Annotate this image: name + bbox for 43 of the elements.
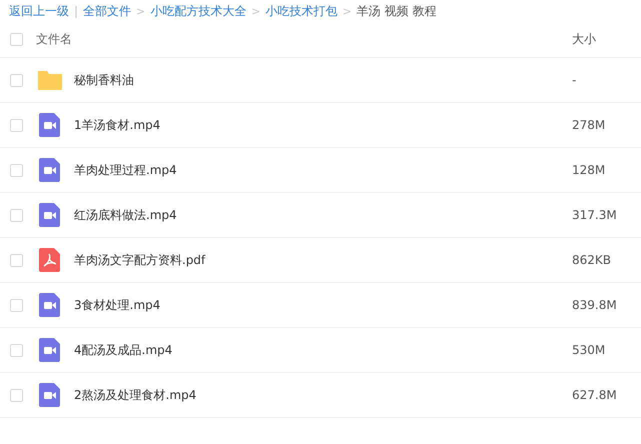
checkbox[interactable] (10, 208, 23, 222)
file-name[interactable]: 1羊汤食材.mp4 (74, 116, 572, 134)
file-name[interactable]: 2熬汤及处理食材.mp4 (74, 386, 572, 404)
file-size: 317.3M (572, 208, 618, 222)
file-name[interactable]: 3食材处理.mp4 (74, 296, 572, 314)
column-header: 大小 (572, 31, 597, 48)
checkbox[interactable] (10, 254, 23, 266)
file-size: 278M (572, 118, 606, 132)
breadcrumb-separator: > (342, 4, 352, 18)
video-file-icon (37, 157, 63, 183)
breadcrumb-current: 羊汤 视频 教程 (356, 2, 436, 20)
file-size: 530M (572, 343, 606, 357)
file-size: - (572, 73, 578, 87)
checkbox[interactable] (10, 298, 23, 312)
column-header: 文件名 (36, 31, 73, 48)
file-size: 839.8M (572, 298, 618, 312)
video-file-icon (37, 382, 63, 408)
file-size: 128M (572, 163, 606, 177)
file-size: 862KB (572, 253, 612, 267)
breadcrumb-link[interactable]: 小吃配方技术大全 (150, 2, 246, 20)
video-file-icon (37, 112, 63, 138)
file-name[interactable]: 秘制香料油 (74, 72, 572, 88)
breadcrumb-separator: > (251, 4, 260, 18)
file-size: 627.8M (572, 388, 618, 402)
checkbox[interactable] (10, 164, 23, 176)
file-name[interactable]: 羊肉汤文字配方资料.pdf (74, 252, 572, 268)
file-name[interactable]: 红汤底料做法.mp4 (74, 206, 572, 224)
breadcrumb-link[interactable]: 返回上一级 (9, 2, 69, 20)
checkbox[interactable] (10, 33, 23, 46)
video-file-icon (37, 337, 63, 363)
video-file-icon (37, 292, 63, 318)
pdf-file-icon (37, 247, 63, 273)
file-name[interactable]: 羊肉处理过程.mp4 (74, 162, 572, 178)
checkbox[interactable] (10, 118, 23, 132)
breadcrumb-separator: > (136, 4, 146, 18)
checkbox[interactable] (10, 344, 23, 356)
breadcrumb-link[interactable]: 小吃技术打包 (265, 2, 338, 20)
file-name[interactable]: 4配汤及成品.mp4 (74, 342, 572, 358)
breadcrumb-divider: | (74, 4, 78, 18)
video-file-icon (37, 202, 63, 228)
checkbox[interactable] (10, 388, 23, 402)
breadcrumb-link[interactable]: 全部文件 (83, 2, 132, 20)
checkbox[interactable] (10, 74, 23, 86)
